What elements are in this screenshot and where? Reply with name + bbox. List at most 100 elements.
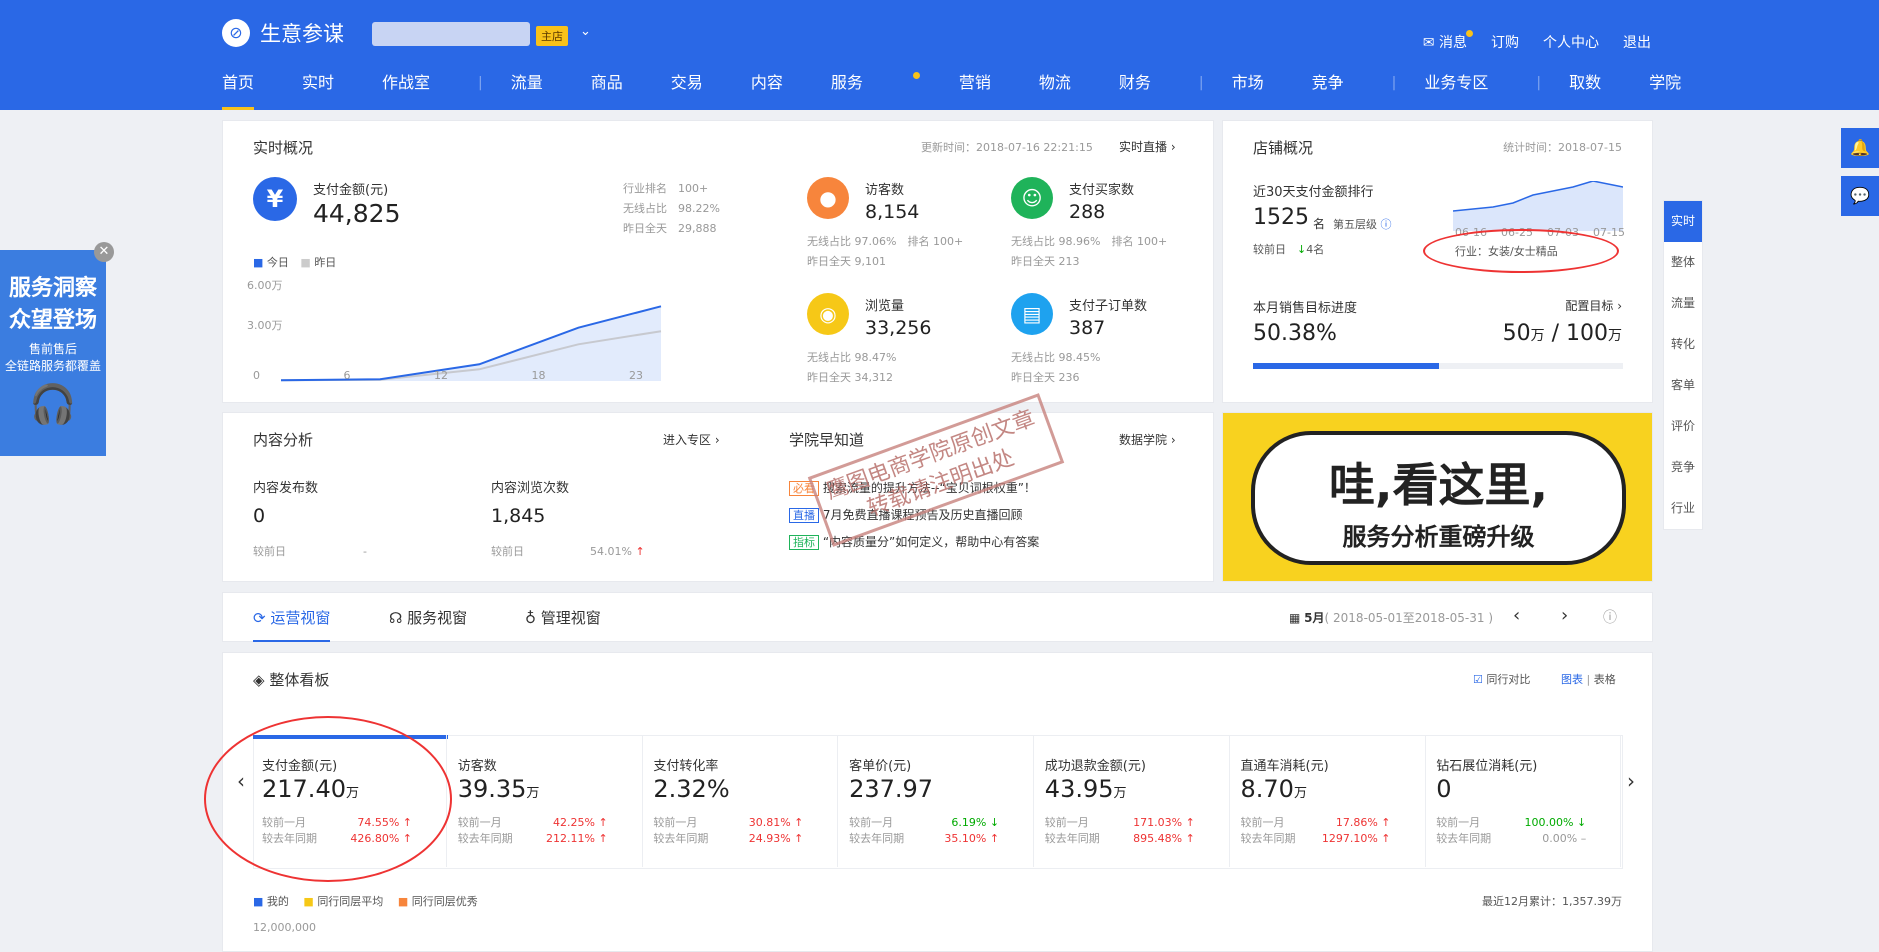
- up-arrow-icon: ↑: [598, 816, 608, 829]
- target-title: 本月销售目标进度: [1253, 301, 1358, 316]
- config-target-link[interactable]: 配置目标 ›: [1565, 297, 1622, 314]
- profile-link[interactable]: 个人中心: [1543, 32, 1599, 52]
- nav-content[interactable]: 内容: [751, 70, 783, 110]
- up-arrow-icon: ↑: [1185, 816, 1195, 829]
- buyers-meta: 无线占比 98.96% 排名 100+ 昨日全天 213: [1011, 235, 1168, 268]
- content-card: 内容分析 进入专区 › 内容发布数 0 较前日 - 内容浏览次数 1,845 较…: [222, 393, 1214, 582]
- nav-warroom[interactable]: 作战室: [382, 70, 430, 110]
- visitors-value: 8,154: [865, 201, 920, 223]
- prev-period-button[interactable]: ‹: [1513, 605, 1520, 626]
- live-link[interactable]: 实时直播 ›: [1119, 138, 1176, 155]
- annotation-oval: [1423, 229, 1619, 273]
- bell-icon[interactable]: 🔔: [1841, 128, 1879, 168]
- main-nav: 首页 实时 作战室 | 流量 商品 交易 内容 服务 营销 物流 财务 | 市场…: [222, 70, 1729, 110]
- order-link[interactable]: 订购: [1491, 32, 1519, 52]
- view-tabs: ⟳ 运营视窗 ☊ 服务视窗 ♁ 管理视窗 ▦ 5月( 2018-05-01至20…: [222, 592, 1653, 642]
- msg-link[interactable]: ✉ 消息: [1423, 30, 1473, 52]
- side-item-aov[interactable]: 客单: [1664, 365, 1702, 406]
- left-float-ad[interactable]: 服务洞察 众望登场 售前售后 全链路服务都覆盖 🎧 ✕: [0, 242, 114, 456]
- pay-label: 支付金额(元): [313, 183, 389, 198]
- kpi-label: 支付转化率: [653, 759, 719, 774]
- nav-trade[interactable]: 交易: [671, 70, 703, 110]
- down-arrow-icon: ↓: [989, 816, 1000, 829]
- shop-card: 店铺概况 统计时间：2018-07-15 近30天支付金额排行 1525 名 第…: [1222, 120, 1653, 403]
- info-icon[interactable]: ⓘ: [1603, 607, 1617, 627]
- nav-divider: |: [1198, 75, 1204, 91]
- data-academy-link[interactable]: 数据学院 ›: [1119, 431, 1176, 448]
- kpi-card[interactable]: 支付转化率 2.32% 较前一月 30.81% ↑ 较去年同期 24.93% ↑: [643, 735, 839, 867]
- nav-product[interactable]: 商品: [591, 70, 623, 110]
- logo[interactable]: ⊘ 生意参谋: [222, 18, 344, 48]
- kpi-card[interactable]: 直通车消耗(元) 8.70万 较前一月 17.86% ↑ 较去年同期 1297.10% ↑: [1231, 735, 1426, 867]
- compare-toggle[interactable]: ☑ 同行对比: [1473, 671, 1530, 687]
- side-item-review[interactable]: 评价: [1664, 406, 1702, 447]
- kpi-value: 237.97: [849, 775, 934, 803]
- kpi-compare: 较前一月 100.00% ↓ 较去年同期 0.00% –: [1436, 816, 1587, 845]
- nav-business[interactable]: 业务专区: [1424, 70, 1488, 110]
- bottom-legend: ■ 我的 ■ 同行同层平均 ■ 同行同层优秀: [253, 895, 478, 908]
- nav-marketing[interactable]: 营销: [959, 70, 991, 110]
- nav-finance[interactable]: 财务: [1119, 70, 1151, 110]
- legend-swatch: ■: [303, 895, 314, 908]
- ytick: 12,000,000: [253, 921, 316, 934]
- visitors-meta: 无线占比 97.06% 排名 100+ 昨日全天 9,101: [807, 235, 964, 268]
- up-arrow-icon: ↑: [635, 545, 645, 558]
- user-icon: ☺: [1011, 177, 1053, 219]
- calendar-icon: ▦: [1289, 611, 1301, 625]
- banner-subtitle: 服务分析重磅升级: [1342, 523, 1535, 551]
- visitors-label: 访客数: [865, 183, 905, 198]
- orders-value: 387: [1069, 317, 1106, 339]
- next-period-button[interactable]: ›: [1561, 605, 1568, 626]
- question-icon[interactable]: ⓘ: [1381, 218, 1392, 231]
- tab-service[interactable]: ☊ 服务视窗: [389, 607, 467, 628]
- kpi-card[interactable]: 钻石展位消耗(元) 0 较前一月 100.00% ↓ 较去年同期 0.00% –: [1426, 735, 1622, 867]
- kpi-card[interactable]: 访客数 39.35万 较前一月 42.25% ↑ 较去年同期 212.11% ↑: [448, 735, 643, 867]
- side-item-competition[interactable]: 竞争: [1664, 447, 1702, 488]
- table-view-link[interactable]: 表格: [1594, 673, 1616, 686]
- side-item-realtime[interactable]: 实时: [1664, 201, 1702, 242]
- period-picker[interactable]: ▦ 5月( 2018-05-01至2018-05-31 ): [1289, 609, 1493, 626]
- nav-traffic[interactable]: 流量: [511, 70, 543, 110]
- chat-icon[interactable]: 💬: [1841, 176, 1879, 216]
- kpi-card[interactable]: 成功退款金额(元) 43.95万 较前一月 171.03% ↑ 较去年同期 895.48%…: [1035, 735, 1230, 867]
- tab-management[interactable]: ♁ 管理视窗: [525, 607, 601, 628]
- rank-title: 近30天支付金额排行: [1253, 185, 1374, 200]
- logout-link[interactable]: 退出: [1623, 32, 1651, 52]
- nav-academy[interactable]: 学院: [1649, 70, 1681, 110]
- kpi-value: 0: [1436, 775, 1452, 803]
- list-item[interactable]: 指标 “内容质量分”如何定义，帮助中心有答案: [789, 529, 1039, 556]
- nav-fetch[interactable]: 取数: [1569, 70, 1601, 110]
- chart-view-link[interactable]: 图表: [1561, 673, 1583, 686]
- tab-operation[interactable]: ⟳ 运营视窗: [253, 607, 331, 642]
- nav-competition[interactable]: 竞争: [1312, 70, 1344, 110]
- kpi-label: 客单价(元): [849, 759, 912, 774]
- legend-today-swatch: ■: [253, 256, 264, 269]
- nav-logistics[interactable]: 物流: [1039, 70, 1071, 110]
- notification-dot: [1466, 30, 1473, 37]
- chevron-down-icon[interactable]: ⌄: [580, 24, 591, 39]
- side-item-industry[interactable]: 行业: [1664, 488, 1702, 529]
- close-icon[interactable]: ✕: [94, 242, 114, 262]
- ytick: 6.00万: [247, 279, 283, 292]
- target-progress: [1253, 363, 1623, 369]
- kpi-card[interactable]: 客单价(元) 237.97 较前一月 6.19% ↓ 较去年同期 35.10% ↑: [839, 735, 1035, 867]
- enter-zone-link[interactable]: 进入专区 ›: [663, 431, 720, 448]
- layers-icon: ◈: [253, 671, 265, 689]
- content-title: 内容分析: [253, 431, 314, 449]
- side-item-conversion[interactable]: 转化: [1664, 324, 1702, 365]
- pub-value: 0: [253, 505, 266, 527]
- chart-legend: ■ 今日 ■ 昨日: [253, 256, 337, 269]
- up-arrow-icon: ↑: [794, 816, 804, 829]
- nav-divider: |: [1536, 75, 1542, 91]
- nav-service[interactable]: 服务: [831, 70, 920, 110]
- side-item-overall[interactable]: 整体: [1664, 242, 1702, 283]
- up-arrow-icon: ↑: [1185, 832, 1195, 845]
- promo-banner[interactable]: 哇,看这里, 服务分析重磅升级: [1222, 412, 1653, 582]
- nav-market[interactable]: 市场: [1232, 70, 1264, 110]
- nav-realtime[interactable]: 实时: [302, 70, 334, 110]
- nav-home[interactable]: 首页: [222, 70, 255, 110]
- side-item-traffic[interactable]: 流量: [1664, 283, 1702, 324]
- kpi-compare: 较前一月 17.86% ↑ 较去年同期 1297.10% ↑: [1240, 816, 1391, 845]
- kpi-next-button[interactable]: ›: [1627, 769, 1635, 793]
- annual-total: 最近12月累计：1,357.39万: [1482, 895, 1622, 908]
